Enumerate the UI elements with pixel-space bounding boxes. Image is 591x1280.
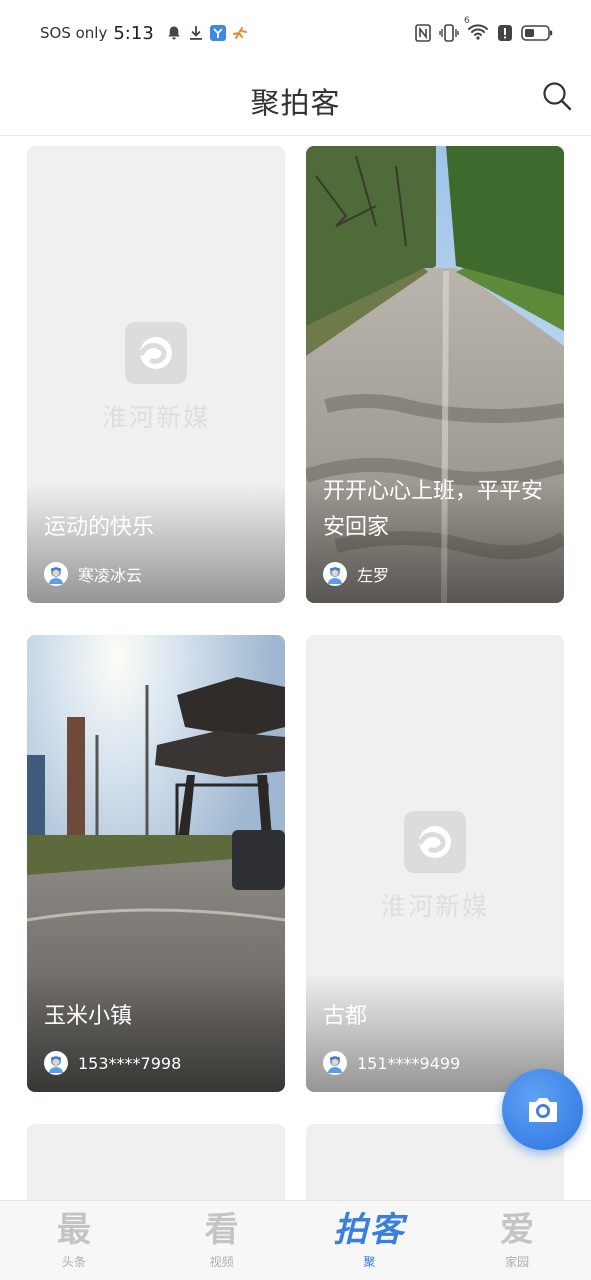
alert-icon xyxy=(498,25,512,41)
tab-video[interactable]: 看 视频 xyxy=(148,1201,296,1280)
page-title: 聚拍客 xyxy=(250,85,341,120)
tab-headlines[interactable]: 最 头条 xyxy=(0,1201,148,1280)
app-notification-icon xyxy=(209,25,226,41)
media-logo-icon xyxy=(404,811,466,873)
tab-glyph: 爱 xyxy=(500,1210,535,1250)
avatar xyxy=(44,1051,68,1075)
camera-button[interactable] xyxy=(502,1069,583,1150)
card-author[interactable]: 寒凌冰云 xyxy=(44,562,142,586)
media-logo-icon xyxy=(125,322,187,384)
author-name: 151****9499 xyxy=(357,1053,461,1073)
bell-icon xyxy=(168,26,180,40)
card-caption: 运动的快乐 xyxy=(44,515,155,540)
tab-label: 视频 xyxy=(209,1255,234,1269)
card-author[interactable]: 153****7998 xyxy=(44,1051,181,1075)
avatar xyxy=(323,1051,347,1075)
camera-icon xyxy=(528,1097,557,1122)
nfc-icon xyxy=(415,24,431,42)
author-name: 153****7998 xyxy=(78,1053,182,1073)
clock: 5:13 xyxy=(113,22,154,44)
feed-card[interactable] xyxy=(27,1124,285,1200)
avatar xyxy=(44,562,68,586)
tab-label: 头条 xyxy=(61,1255,86,1269)
placeholder-text: 淮河新媒 xyxy=(101,403,210,432)
search-icon[interactable] xyxy=(541,80,573,112)
placeholder-text: 淮河新媒 xyxy=(380,892,489,921)
network-status: SOS only xyxy=(40,24,108,42)
author-name: 左罗 xyxy=(357,566,390,585)
tab-label: 聚 xyxy=(363,1255,376,1269)
tab-label: 家园 xyxy=(505,1255,530,1269)
tab-glyph: 最 xyxy=(56,1210,91,1250)
bottom-tab-bar: 最 头条 看 视频 拍客 聚 爱 家园 xyxy=(0,1200,591,1280)
card-caption: 开开心心上班，平平安安回家 xyxy=(323,479,544,540)
avatar xyxy=(323,562,347,586)
feed-card[interactable]: 玉米小镇 153****7998 xyxy=(27,635,285,1092)
battery-icon xyxy=(521,25,553,41)
card-caption: 玉米小镇 xyxy=(44,1004,133,1029)
photo-feed[interactable]: 淮河新媒 运动的快乐 寒凌冰云 开开心心上班，平平安安回家 左罗 玉米小镇 15… xyxy=(0,137,591,1200)
card-caption: 古都 xyxy=(323,1004,368,1029)
tab-home[interactable]: 爱 家园 xyxy=(443,1201,591,1280)
tab-glyph: 看 xyxy=(204,1210,239,1250)
card-author[interactable]: 151****9499 xyxy=(323,1051,460,1075)
tab-glyph: 拍客 xyxy=(333,1210,406,1250)
runner-icon xyxy=(232,27,247,39)
app-header: 聚拍客 xyxy=(0,66,591,136)
tab-paike[interactable]: 拍客 聚 xyxy=(296,1201,444,1280)
wifi-badge: 6 xyxy=(464,16,470,26)
feed-card[interactable]: 开开心心上班，平平安安回家 左罗 xyxy=(306,146,564,603)
author-name: 寒凌冰云 xyxy=(78,566,143,585)
card-author[interactable]: 左罗 xyxy=(323,562,389,586)
status-bar: SOS only 5:13 6 xyxy=(0,0,591,66)
feed-card[interactable]: 淮河新媒 运动的快乐 寒凌冰云 xyxy=(27,146,285,603)
feed-card[interactable]: 淮河新媒 古都 151****9499 xyxy=(306,635,564,1092)
download-icon xyxy=(189,26,202,40)
vibrate-icon xyxy=(439,24,459,42)
wifi-icon xyxy=(468,24,488,40)
